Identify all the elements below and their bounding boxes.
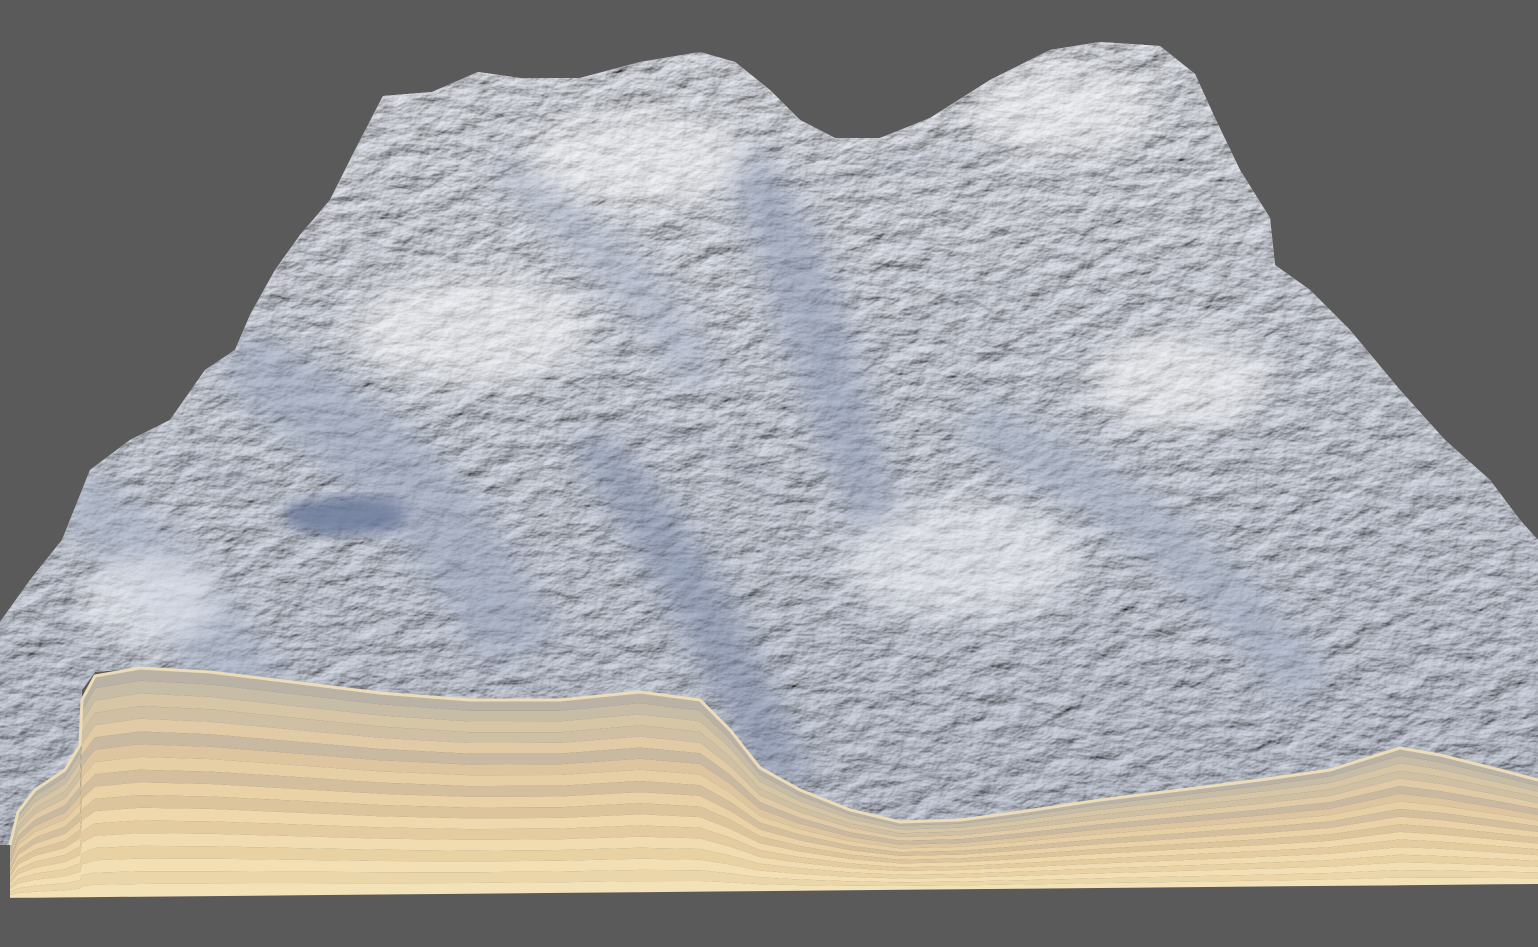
terrain-render — [0, 42, 1538, 898]
3d-viewport[interactable] — [0, 0, 1538, 947]
strata-left-end — [0, 845, 10, 898]
